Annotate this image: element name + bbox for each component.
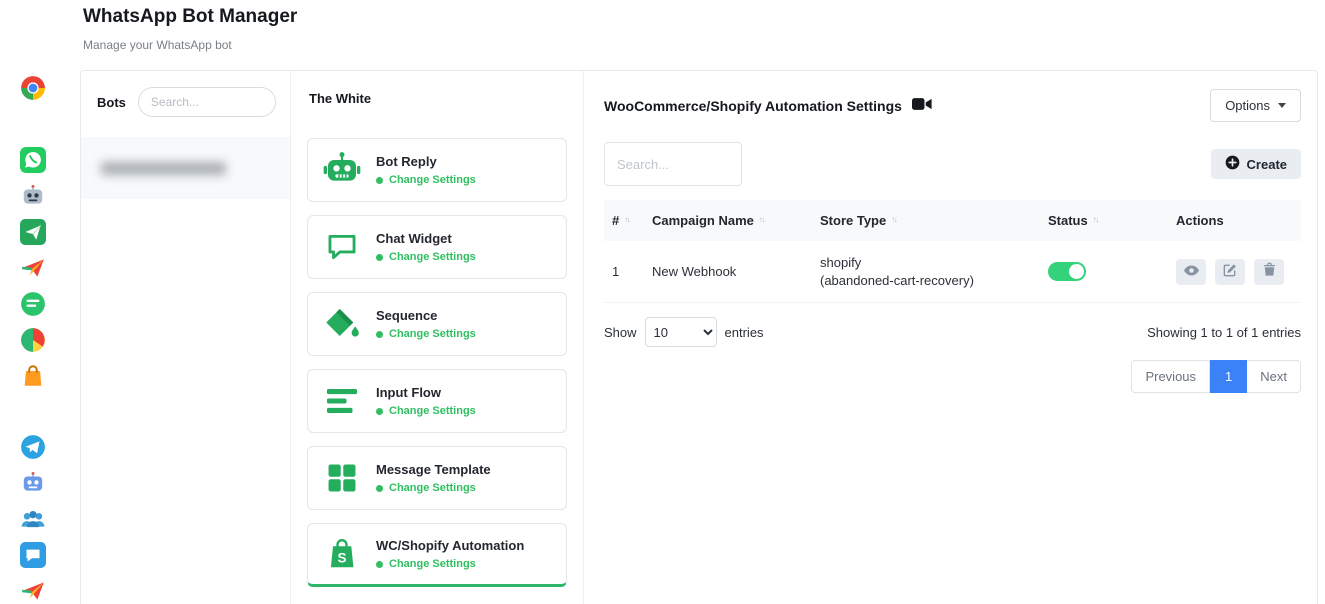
shopping-bag-icon[interactable] <box>20 363 46 389</box>
page-title: WhatsApp Bot Manager <box>83 6 297 28</box>
svg-text:S: S <box>337 550 346 565</box>
eye-icon <box>1183 262 1200 282</box>
table-search-input[interactable] <box>604 142 742 186</box>
edit-icon <box>1222 262 1238 281</box>
app-icon-rail <box>0 0 65 604</box>
shopify-bag-icon: S <box>322 534 362 574</box>
options-label: Options <box>1225 98 1270 113</box>
col-header-status: Status <box>1048 213 1088 228</box>
selected-bot-name: The White <box>309 91 567 106</box>
row-campaign-name: New Webhook <box>644 251 812 292</box>
feature-card-bot-reply[interactable]: Bot Reply Change Settings <box>307 138 567 202</box>
paint-bucket-icon <box>322 304 362 344</box>
colored-plane-2-icon[interactable] <box>20 578 46 604</box>
bot-feature-panel: The White <box>291 71 584 604</box>
col-header-num: # <box>612 213 619 228</box>
green-sender-icon[interactable] <box>20 219 46 245</box>
sort-icon[interactable]: ↑↓ <box>891 215 896 224</box>
colorful-app-icon[interactable] <box>20 327 46 353</box>
grid-icon <box>322 458 362 498</box>
blue-chat-icon[interactable] <box>20 542 46 568</box>
status-dot <box>376 485 383 492</box>
pagination-page-1-button[interactable]: 1 <box>1210 360 1247 393</box>
chevron-down-icon <box>1278 103 1286 108</box>
green-message-icon[interactable] <box>20 291 46 317</box>
feature-card-message-template[interactable]: Message Template Change Settings <box>307 446 567 510</box>
sort-icon[interactable]: ↑↓ <box>759 215 764 224</box>
feature-label: Bot Reply <box>376 154 476 169</box>
settings-title: WooCommerce/Shopify Automation Settings <box>604 98 902 114</box>
row-num: 1 <box>604 251 644 292</box>
change-settings-link[interactable]: Change Settings <box>389 251 476 263</box>
feature-card-input-flow[interactable]: Input Flow Change Settings <box>307 369 567 433</box>
team-icon[interactable] <box>20 506 46 532</box>
pagination-previous-button[interactable]: Previous <box>1131 360 1210 393</box>
feature-card-chat-widget[interactable]: Chat Widget Change Settings <box>307 215 567 279</box>
trash-icon <box>1262 262 1277 281</box>
change-settings-link[interactable]: Change Settings <box>389 482 476 494</box>
bot-list-item-selected[interactable] <box>81 137 290 199</box>
status-dot <box>376 254 383 261</box>
showing-entries-text: Showing 1 to 1 of 1 entries <box>1147 325 1301 340</box>
main-card: Bots The White <box>80 70 1318 604</box>
edit-button[interactable] <box>1215 259 1245 285</box>
bots-search-input[interactable] <box>138 87 276 117</box>
bots-panel: Bots <box>81 71 291 604</box>
automation-settings-panel: WooCommerce/Shopify Automation Settings … <box>584 71 1317 604</box>
feature-label: Input Flow <box>376 385 476 400</box>
pagination-next-button[interactable]: Next <box>1247 360 1301 393</box>
change-settings-link[interactable]: Change Settings <box>389 405 476 417</box>
bot-reply-robot-icon <box>322 150 362 190</box>
row-store-type-line1: shopify <box>820 254 974 272</box>
chrome-icon[interactable] <box>20 75 46 101</box>
entries-per-page-select[interactable]: 10 <box>645 317 717 347</box>
feature-label: Chat Widget <box>376 231 476 246</box>
feature-card-wc-shopify-automation[interactable]: S WC/Shopify Automation Change Settings <box>307 523 567 587</box>
colored-plane-icon[interactable] <box>20 255 46 281</box>
status-dot <box>376 408 383 415</box>
feature-label: WC/Shopify Automation <box>376 538 524 553</box>
pagination: Previous 1 Next <box>604 360 1301 393</box>
col-header-actions: Actions <box>1176 213 1224 228</box>
entries-label: entries <box>725 325 764 340</box>
status-toggle[interactable] <box>1048 262 1086 281</box>
bots-label: Bots <box>97 95 126 110</box>
plus-circle-icon <box>1225 155 1240 173</box>
change-settings-link[interactable]: Change Settings <box>389 174 476 186</box>
status-dot <box>376 331 383 338</box>
sort-icon[interactable]: ↑↓ <box>1093 215 1098 224</box>
table-header-row: # ↑↓ Campaign Name ↑↓ Store Type ↑↓ Stat… <box>604 200 1301 241</box>
page-subtitle: Manage your WhatsApp bot <box>83 38 232 52</box>
view-button[interactable] <box>1176 259 1206 285</box>
blue-robot-icon[interactable] <box>20 470 46 496</box>
telegram-icon[interactable] <box>20 434 46 460</box>
campaigns-table: # ↑↓ Campaign Name ↑↓ Store Type ↑↓ Stat… <box>604 200 1301 303</box>
feature-label: Sequence <box>376 308 476 323</box>
whatsapp-icon[interactable] <box>20 147 46 173</box>
bars-icon <box>322 381 362 421</box>
status-dot <box>376 177 383 184</box>
col-header-store-type: Store Type <box>820 213 886 228</box>
options-button[interactable]: Options <box>1210 89 1301 122</box>
robot-icon[interactable] <box>20 183 46 209</box>
col-header-campaign-name: Campaign Name <box>652 213 754 228</box>
bot-name-blurred <box>101 162 226 175</box>
feature-card-sequence[interactable]: Sequence Change Settings <box>307 292 567 356</box>
change-settings-link[interactable]: Change Settings <box>389 558 476 570</box>
create-label: Create <box>1247 157 1287 172</box>
status-dot <box>376 561 383 568</box>
show-label: Show <box>604 325 637 340</box>
chat-bubble-icon <box>322 227 362 267</box>
delete-button[interactable] <box>1254 259 1284 285</box>
change-settings-link[interactable]: Change Settings <box>389 328 476 340</box>
create-button[interactable]: Create <box>1211 149 1301 179</box>
video-camera-icon[interactable] <box>912 97 932 114</box>
feature-label: Message Template <box>376 462 491 477</box>
row-store-type-line2: (abandoned-cart-recovery) <box>820 272 974 290</box>
sort-icon[interactable]: ↑↓ <box>624 215 629 224</box>
whatsapp-bot-manager-page: WhatsApp Bot Manager Manage your WhatsAp… <box>0 0 1325 604</box>
table-row: 1 New Webhook shopify (abandoned-cart-re… <box>604 241 1301 303</box>
